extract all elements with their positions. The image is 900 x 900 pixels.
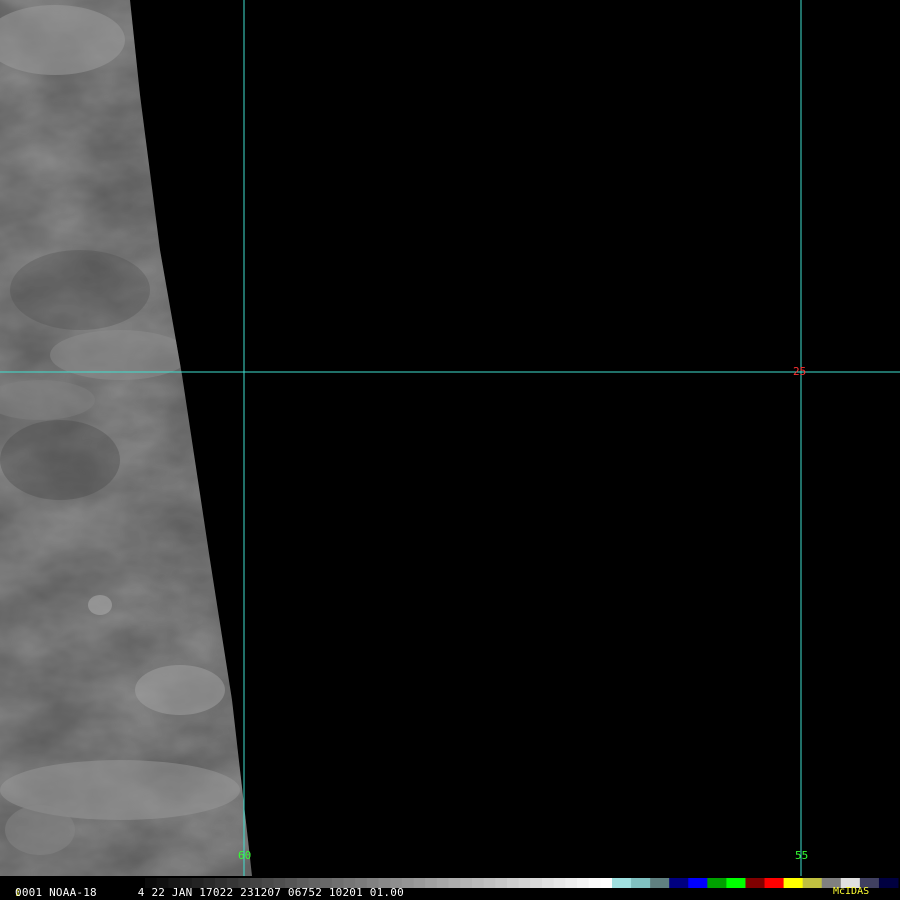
color-bar-segment [612, 878, 632, 888]
color-bar-segment [688, 878, 708, 888]
color-bar-segment [471, 878, 485, 888]
color-bar-segment [460, 878, 473, 888]
color-bar-segment [707, 878, 727, 888]
meridian-label-55: 55 [795, 849, 808, 862]
color-bar-segment [745, 878, 766, 888]
color-bar-segment [565, 878, 578, 888]
color-bar-segment [553, 878, 566, 888]
parallel-label-25: 25 [793, 365, 806, 378]
color-bar-segment [576, 878, 590, 888]
color-bar-segment [764, 878, 785, 888]
color-bar-segment [518, 878, 531, 888]
product-label: McIDAS [833, 886, 870, 897]
color-bar-segment [530, 878, 543, 888]
color-bar-segment [436, 878, 450, 888]
satellite-image: 60 55 25 [0, 0, 900, 876]
color-bar-segment [631, 878, 651, 888]
color-bar-segment [783, 878, 804, 888]
image-status-line: 0001 NOAA-18 4 22 JAN 17022 231207 06752… [15, 886, 404, 899]
satellite-image-viewer: 60 55 25 1 0001 NOAA-18 4 22 JAN 17022 2… [0, 0, 900, 900]
color-bar-segment [802, 878, 823, 888]
color-bar-segment [495, 878, 508, 888]
color-bar-segment [878, 878, 899, 888]
color-bar-segment [541, 878, 555, 888]
color-bar-segment [600, 878, 613, 888]
color-bar-segment [726, 878, 746, 888]
meridian-label-60: 60 [238, 849, 251, 862]
color-bar-segment [483, 878, 496, 888]
color-bar-segment [413, 878, 426, 888]
color-bar-segment [588, 878, 601, 888]
color-bar-segment [506, 878, 520, 888]
color-bar-segment [650, 878, 670, 888]
color-bar-segment [448, 878, 461, 888]
color-bar-segment [669, 878, 689, 888]
color-bar-segment [425, 878, 438, 888]
